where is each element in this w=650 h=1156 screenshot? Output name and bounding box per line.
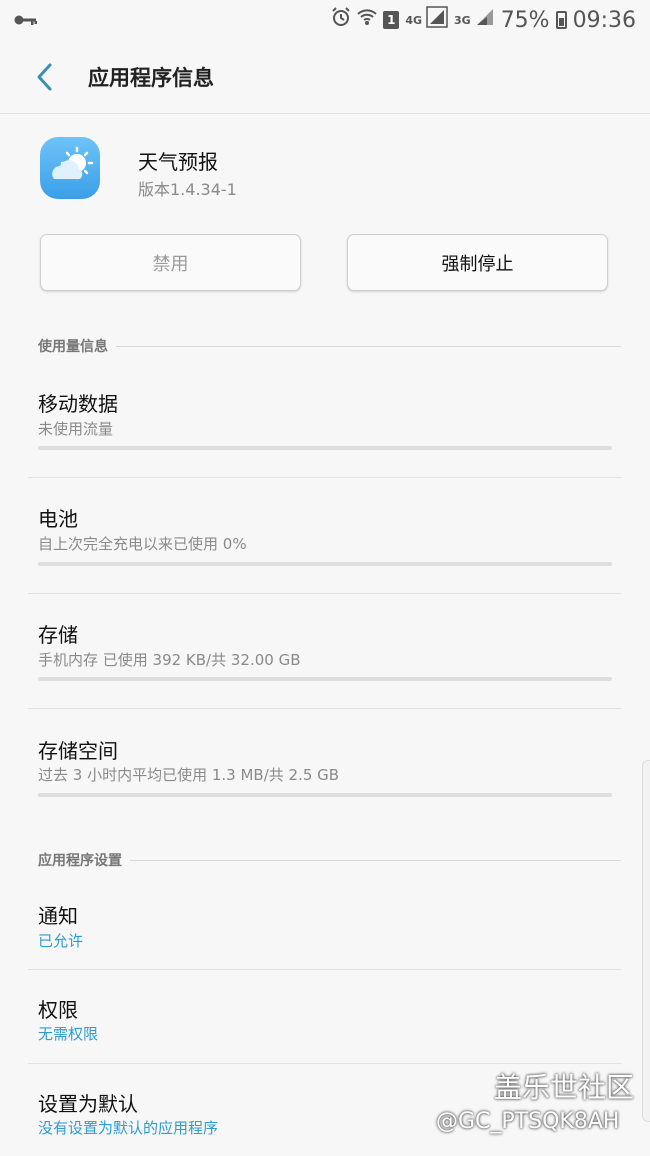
item-title: 存储 bbox=[38, 623, 78, 647]
disable-button[interactable]: 禁用 bbox=[40, 234, 301, 291]
key-icon bbox=[14, 8, 38, 33]
list-item-permissions[interactable]: 权限 无需权限 bbox=[38, 994, 612, 1054]
item-title: 权限 bbox=[38, 998, 78, 1022]
clock: 09:36 bbox=[572, 7, 636, 33]
wifi-icon bbox=[357, 7, 378, 33]
section-divider bbox=[130, 859, 621, 861]
force-stop-button[interactable]: 强制停止 bbox=[347, 234, 608, 291]
divider bbox=[28, 708, 622, 709]
back-arrow-icon[interactable] bbox=[32, 60, 62, 94]
item-subtitle: 无需权限 bbox=[38, 1025, 99, 1043]
app-name: 天气预报 bbox=[138, 150, 218, 174]
usage-bar bbox=[38, 677, 612, 681]
divider bbox=[28, 1063, 622, 1064]
item-title: 电池 bbox=[38, 507, 78, 531]
item-subtitle: 自上次完全充电以来已使用 0% bbox=[38, 535, 247, 553]
list-item-mobile-data[interactable]: 移动数据 未使用流量 bbox=[38, 388, 612, 468]
divider bbox=[28, 969, 622, 970]
section-header-settings: 应用程序设置 bbox=[38, 850, 621, 870]
status-bar: 1 4G 3G 75% 09:36 bbox=[0, 0, 650, 40]
item-title: 移动数据 bbox=[38, 392, 118, 416]
item-subtitle: 没有设置为默认的应用程序 bbox=[38, 1119, 219, 1137]
item-title: 存储空间 bbox=[38, 739, 118, 763]
divider bbox=[28, 593, 622, 594]
app-bar: 应用程序信息 bbox=[0, 40, 650, 114]
network-3g-label: 3G bbox=[454, 13, 471, 27]
usage-bar bbox=[38, 446, 612, 450]
signal-4g-icon bbox=[426, 6, 448, 34]
section-title: 使用量信息 bbox=[38, 339, 108, 355]
page-title: 应用程序信息 bbox=[88, 66, 214, 90]
item-subtitle: 过去 3 小时内平均已使用 1.3 MB/共 2.5 GB bbox=[38, 766, 340, 784]
divider bbox=[28, 477, 622, 478]
list-item-notifications[interactable]: 通知 已允许 bbox=[38, 900, 612, 960]
section-header-usage: 使用量信息 bbox=[38, 336, 621, 356]
item-title: 设置为默认 bbox=[38, 1092, 138, 1116]
scroll-indicator[interactable] bbox=[642, 760, 650, 1122]
usage-bar bbox=[38, 793, 612, 797]
item-title: 通知 bbox=[38, 904, 78, 928]
sim1-icon: 1 bbox=[383, 11, 400, 29]
weather-cloud-sun-icon bbox=[40, 137, 100, 199]
signal-3g-icon bbox=[475, 7, 495, 33]
watermark-community: 盖乐世社区 bbox=[494, 1071, 635, 1104]
battery-percent: 75% bbox=[500, 7, 550, 33]
battery-icon bbox=[555, 11, 567, 29]
app-version: 版本1.4.34-1 bbox=[138, 180, 237, 199]
watermark-username: @GC_PTSQK8AH bbox=[436, 1109, 620, 1134]
item-subtitle: 未使用流量 bbox=[38, 420, 114, 438]
network-4g-label: 4G bbox=[405, 13, 422, 27]
list-item-battery[interactable]: 电池 自上次完全充电以来已使用 0% bbox=[38, 503, 612, 583]
item-subtitle: 手机内存 已使用 392 KB/共 32.00 GB bbox=[38, 651, 301, 669]
item-subtitle: 已允许 bbox=[38, 932, 84, 950]
alarm-icon bbox=[331, 7, 351, 33]
section-divider bbox=[116, 345, 621, 347]
section-title: 应用程序设置 bbox=[38, 853, 122, 869]
list-item-storage[interactable]: 存储 手机内存 已使用 392 KB/共 32.00 GB bbox=[38, 619, 612, 699]
list-item-memory[interactable]: 存储空间 过去 3 小时内平均已使用 1.3 MB/共 2.5 GB bbox=[38, 735, 612, 815]
usage-bar bbox=[38, 562, 612, 566]
